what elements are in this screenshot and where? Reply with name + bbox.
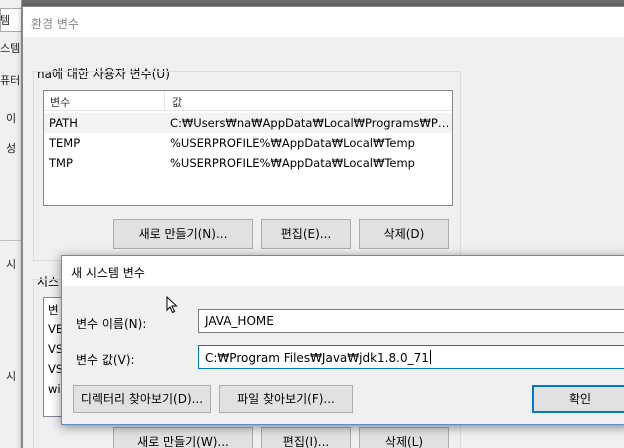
column-header-value[interactable]: 값 xyxy=(172,94,182,110)
env-titlebar[interactable]: 환경 변수 xyxy=(23,7,624,37)
var-value: %USERPROFILE%₩AppData₩Local₩Temp xyxy=(170,156,415,170)
text-caret xyxy=(429,350,431,364)
ok-button[interactable]: 확인 xyxy=(532,385,624,413)
env-dialog-title: 환경 변수 xyxy=(31,17,79,31)
user-edit-button[interactable]: 편집(E)... xyxy=(261,219,351,249)
browse-file-button[interactable]: 파일 찾아보기(F)... xyxy=(219,385,353,413)
bg-text: 성 xyxy=(6,142,17,155)
variable-value-label: 변수 값(V): xyxy=(76,353,135,367)
bg-separator xyxy=(0,240,21,241)
list-item[interactable]: wi xyxy=(48,382,61,396)
var-name: TMP xyxy=(49,156,73,170)
bg-text: 스템 xyxy=(0,42,21,55)
variable-name-input[interactable]: JAVA_HOME xyxy=(198,309,624,333)
bg-text: 템 xyxy=(0,14,11,27)
var-value: C:₩Users₩na₩AppData₩Local₩Programs₩Py... xyxy=(170,116,452,130)
bg-text: 시 xyxy=(6,258,17,271)
new-var-titlebar[interactable]: 새 시스템 변수 xyxy=(62,256,624,286)
column-separator[interactable] xyxy=(164,91,165,111)
mouse-pointer-icon xyxy=(166,296,178,314)
background-system-properties-window: 템 스템 퓨터 이 성 시 시 xyxy=(0,0,22,448)
user-vars-list-header: 변수 값 xyxy=(44,91,452,111)
var-name: PATH xyxy=(49,116,78,130)
system-new-button[interactable]: 새로 만들기(W)... xyxy=(113,427,253,448)
variable-value-input[interactable]: C:₩Program Files₩Java₩jdk1.8.0_71 xyxy=(198,345,624,369)
bg-text: 퓨터 xyxy=(0,74,21,87)
variable-value-value: C:₩Program Files₩Java₩jdk1.8.0_71 xyxy=(205,351,429,365)
user-new-button[interactable]: 새로 만들기(N)... xyxy=(113,219,253,249)
new-system-variable-dialog: 새 시스템 변수 변수 이름(N): JAVA_HOME 변수 값(V): C:… xyxy=(61,255,624,425)
user-delete-button[interactable]: 삭제(D) xyxy=(359,219,449,249)
user-vars-list[interactable]: 변수 값 PATH C:₩Users₩na₩AppData₩Local₩Prog… xyxy=(43,90,453,206)
var-name: TEMP xyxy=(49,136,81,150)
system-edit-button[interactable]: 편집(I)... xyxy=(261,427,351,448)
variable-name-label: 변수 이름(N): xyxy=(76,317,147,331)
variable-name-value: JAVA_HOME xyxy=(205,314,274,328)
new-var-dialog-title: 새 시스템 변수 xyxy=(71,266,145,280)
bg-text: 시 xyxy=(6,370,17,383)
list-item[interactable]: TEMP %USERPROFILE%₩AppData₩Local₩Temp xyxy=(44,133,452,153)
list-item[interactable]: PATH C:₩Users₩na₩AppData₩Local₩Programs₩… xyxy=(44,113,452,133)
system-delete-button[interactable]: 삭제(L) xyxy=(359,427,449,448)
list-item[interactable]: TMP %USERPROFILE%₩AppData₩Local₩Temp xyxy=(44,153,452,173)
list-item[interactable]: 변 xyxy=(48,302,59,318)
var-value: %USERPROFILE%₩AppData₩Local₩Temp xyxy=(170,136,415,150)
bg-text: 이 xyxy=(6,112,17,125)
browse-directory-button[interactable]: 디렉터리 찾아보기(D)... xyxy=(73,385,211,413)
column-header-name[interactable]: 변수 xyxy=(50,94,70,110)
